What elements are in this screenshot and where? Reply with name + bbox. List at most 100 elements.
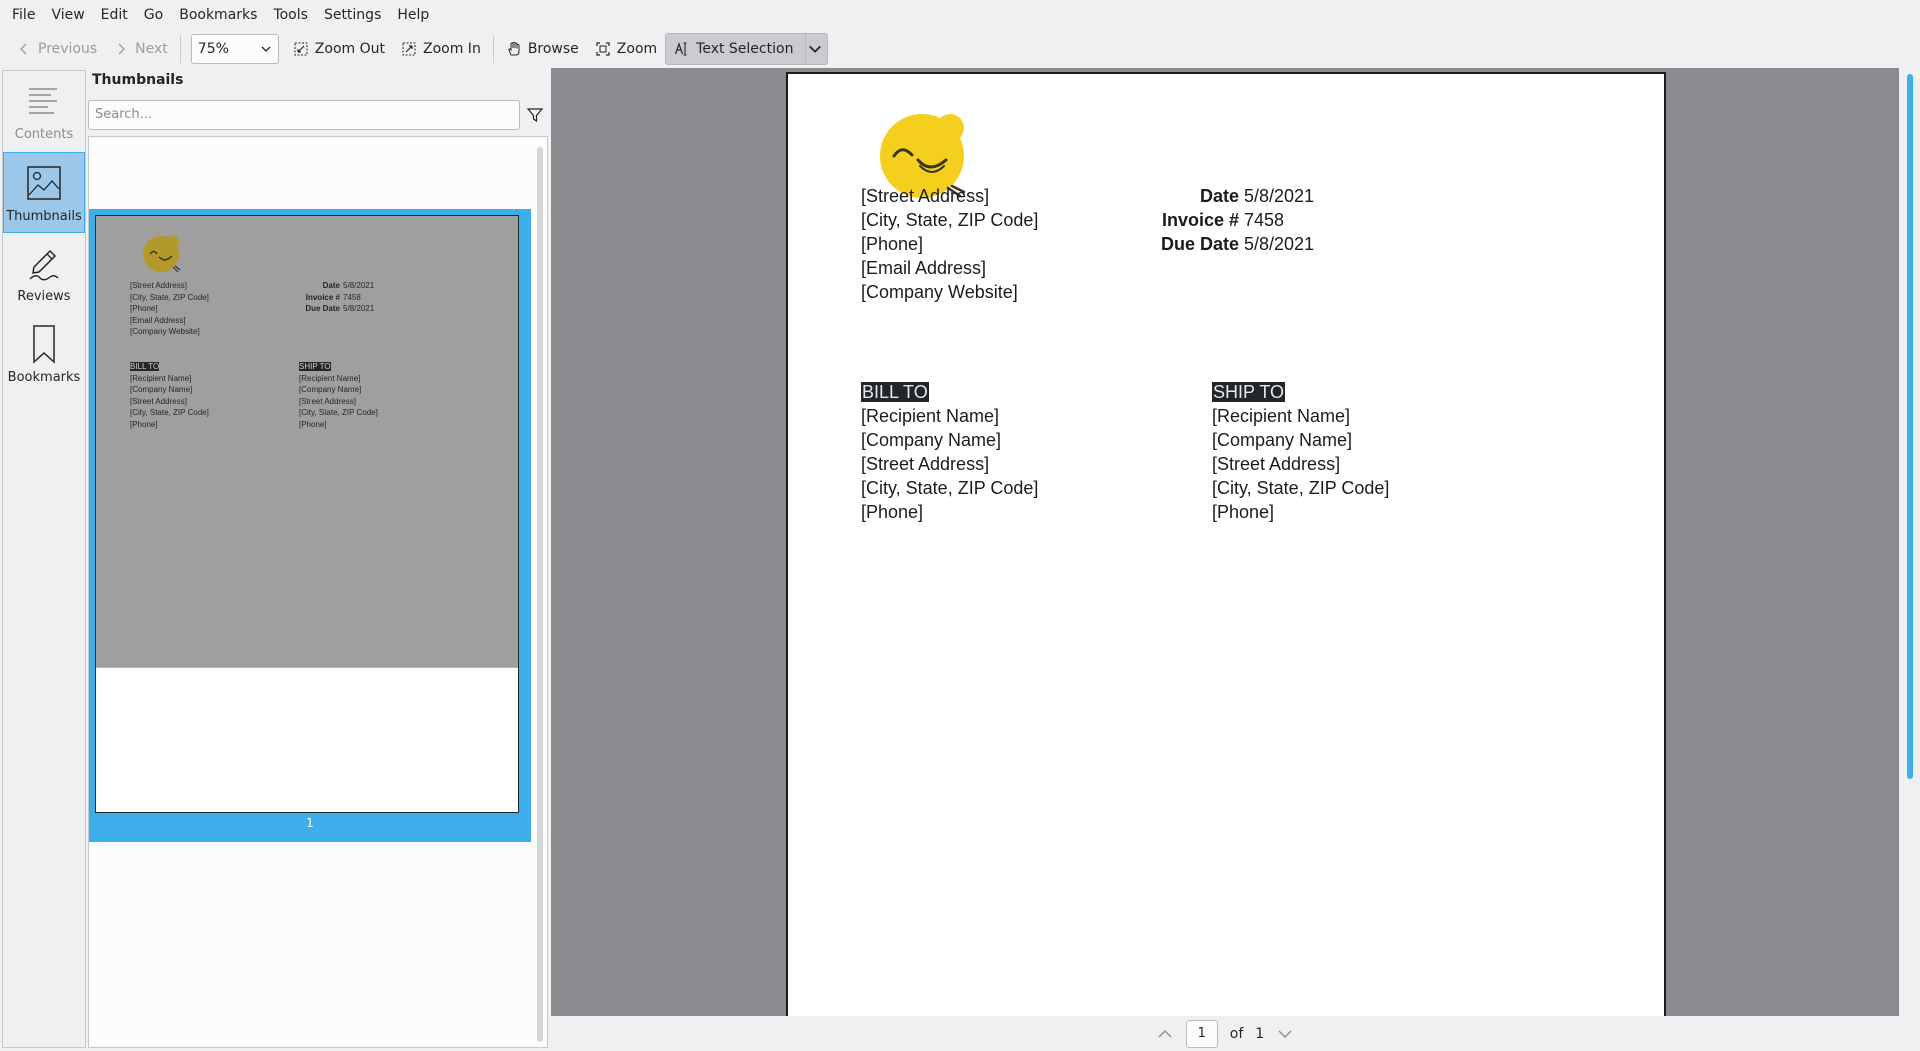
menu-file[interactable]: File xyxy=(4,0,43,30)
bill-to-line: [Phone] xyxy=(861,502,924,522)
thumbnail-scrollbar[interactable] xyxy=(537,147,543,1042)
zoom-select-icon xyxy=(596,42,610,56)
thumbnail-list[interactable]: [Street Address] [City, State, ZIP Code]… xyxy=(88,136,548,1048)
sender-line: [Street Address] xyxy=(861,186,990,206)
zoom-in-label: Zoom In xyxy=(423,41,481,57)
bill-to-line: [Street Address] xyxy=(861,454,990,474)
bill-to-line: [City, State, ZIP Code] xyxy=(861,478,1039,498)
text-selection-tool-button[interactable]: Text Selection xyxy=(665,33,829,65)
text-select-icon xyxy=(675,42,687,56)
document-scrollbar[interactable] xyxy=(1900,68,1920,1016)
browse-tool-button[interactable]: Browse xyxy=(498,33,587,65)
zoom-level-value: 75% xyxy=(197,41,229,57)
ship-to-line: [Company Name] xyxy=(1212,430,1353,450)
ship-to-block: SHIP TO [Recipient Name] [Company Name] … xyxy=(1212,380,1389,524)
invoice-number-value: 7458 xyxy=(1244,210,1285,230)
menubar: File View Edit Go Bookmarks Tools Settin… xyxy=(0,0,1920,30)
filter-icon[interactable] xyxy=(526,106,544,124)
document-scrollbar-thumb[interactable] xyxy=(1907,74,1913,779)
zoom-in-button[interactable]: Zoom In xyxy=(393,33,489,65)
sidebar-tab-label: Bookmarks xyxy=(7,370,81,385)
bookmark-icon xyxy=(33,325,55,364)
mini-ship-to-line: [City, State, ZIP Code] xyxy=(299,408,378,417)
mini-meta-value: 5/8/2021 xyxy=(343,281,375,290)
mini-ship-to-line: [Street Address] xyxy=(299,396,356,406)
document-view[interactable]: [Street Address] [City, State, ZIP Code]… xyxy=(551,68,1899,1016)
mini-meta-value: 5/8/2021 xyxy=(343,304,375,313)
menu-help[interactable]: Help xyxy=(389,0,437,30)
zoom-level-select[interactable]: 75% xyxy=(190,34,279,64)
thumbnail-page-number: 1 xyxy=(306,816,314,830)
contents-icon xyxy=(29,88,57,114)
thumbnails-panel: Thumbnails Search... [Street Address] [C… xyxy=(86,70,550,1048)
mini-from-line: [Street Address] xyxy=(130,281,187,290)
sender-line: [City, State, ZIP Code] xyxy=(861,210,1039,230)
mini-from-line: [Phone] xyxy=(130,304,158,313)
sidebar-tab-thumbnails[interactable]: Thumbnails xyxy=(3,152,85,233)
zoom-out-icon xyxy=(294,42,308,56)
date-label: Date xyxy=(1199,186,1239,206)
mini-bill-to-line: [Recipient Name] xyxy=(130,373,192,383)
mini-from-line: [Company Website] xyxy=(130,327,200,336)
reviews-icon xyxy=(29,249,59,281)
zoom-out-label: Zoom Out xyxy=(314,41,385,57)
zoom-out-button[interactable]: Zoom Out xyxy=(285,33,393,65)
mini-ship-to-line: [Phone] xyxy=(299,419,327,429)
menu-view[interactable]: View xyxy=(43,0,92,30)
browse-label: Browse xyxy=(527,41,579,57)
mini-bill-to-line: [Company Name] xyxy=(130,385,193,394)
previous-page-icon[interactable] xyxy=(1156,1025,1174,1043)
thumbnails-title: Thumbnails xyxy=(92,72,184,88)
mini-meta-label: Date xyxy=(322,281,340,290)
toolbar-separator xyxy=(492,35,494,63)
logo-thumbnail-icon xyxy=(143,236,181,273)
page-of-label: of xyxy=(1229,1025,1244,1042)
mini-bill-to-line: [Phone] xyxy=(130,419,158,429)
document-page[interactable]: [Street Address] [City, State, ZIP Code]… xyxy=(786,72,1666,1016)
previous-button[interactable]: Previous xyxy=(8,33,105,65)
text-selection-menu-arrow[interactable] xyxy=(805,33,823,65)
menu-go[interactable]: Go xyxy=(136,0,171,30)
sender-line: [Company Website] xyxy=(861,282,1018,302)
sidebar-tabs: Contents Thumbnails Reviews Bookmarks xyxy=(2,70,86,1048)
next-label: Next xyxy=(135,41,168,57)
mini-bill-to-line: [City, State, ZIP Code] xyxy=(130,408,209,417)
sidebar-tab-reviews[interactable]: Reviews xyxy=(3,233,85,314)
mini-meta-label: Due Date xyxy=(305,304,340,313)
mini-ship-to-line: [Recipient Name] xyxy=(299,373,361,383)
menu-edit[interactable]: Edit xyxy=(93,0,136,30)
sidebar-tab-label: Reviews xyxy=(17,289,71,304)
bill-to-heading: BILL TO xyxy=(861,382,929,402)
next-button[interactable]: Next xyxy=(105,33,176,65)
due-date-label: Due Date xyxy=(1160,234,1239,254)
chevron-left-icon xyxy=(20,43,27,55)
sender-address-block: [Street Address] [City, State, ZIP Code]… xyxy=(861,184,1038,304)
main-toolbar: Previous Next 75% Zoom Out Zoom In Brows… xyxy=(0,30,1920,68)
chevron-right-icon xyxy=(118,43,126,55)
page-number-input[interactable]: 1 xyxy=(1185,1019,1218,1048)
menu-tools[interactable]: Tools xyxy=(265,0,316,30)
mini-bill-to-line: [Street Address] xyxy=(130,396,187,406)
sender-line: [Email Address] xyxy=(861,258,987,278)
mini-ship-to-line: [Company Name] xyxy=(299,385,362,394)
thumbnails-icon xyxy=(27,166,61,200)
bill-to-block: BILL TO [Recipient Name] [Company Name] … xyxy=(861,380,1038,524)
menu-settings[interactable]: Settings xyxy=(316,0,389,30)
mini-meta-value: 7458 xyxy=(343,292,361,302)
zoom-in-icon xyxy=(402,42,416,56)
sidebar-tab-contents[interactable]: Contents xyxy=(3,71,85,152)
next-page-icon[interactable] xyxy=(1276,1025,1294,1043)
ship-to-line: [Street Address] xyxy=(1212,454,1341,474)
thumbnail-page-1[interactable]: [Street Address] [City, State, ZIP Code]… xyxy=(89,209,531,842)
thumbnail-page-preview: [Street Address] [City, State, ZIP Code]… xyxy=(95,215,519,813)
thumbnail-search-input[interactable]: Search... xyxy=(88,100,520,130)
hand-icon xyxy=(508,41,520,56)
sidebar-tab-bookmarks[interactable]: Bookmarks xyxy=(3,314,85,395)
zoom-tool-button[interactable]: Zoom xyxy=(587,33,665,65)
sidebar-tab-label: Thumbnails xyxy=(6,209,82,224)
mini-from-line: [Email Address] xyxy=(130,315,186,325)
chevron-down-icon xyxy=(261,46,271,52)
date-value: 5/8/2021 xyxy=(1244,186,1315,206)
menu-bookmarks[interactable]: Bookmarks xyxy=(171,0,265,30)
toolbar-separator xyxy=(179,35,181,63)
